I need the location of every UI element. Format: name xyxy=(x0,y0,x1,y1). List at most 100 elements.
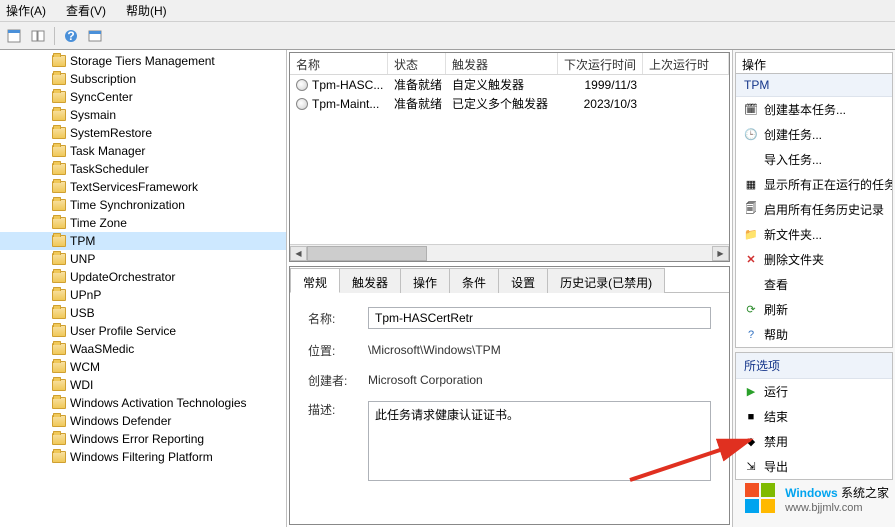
task-state: 准备就绪 xyxy=(388,76,446,93)
details-panel: 常规 触发器 操作 条件 设置 历史记录(已禁用) 名称: 位置: \Micro… xyxy=(289,266,730,525)
action-view[interactable]: 查看 xyxy=(736,272,892,297)
tree-item-windows-activation-technologies[interactable]: Windows Activation Technologies xyxy=(0,394,286,412)
actions-section-tpm: TPM 🗓创建基本任务... 🕒创建任务... 导入任务... ▦显示所有正在运… xyxy=(735,74,893,348)
delete-icon: ✕ xyxy=(744,253,758,267)
action-label: 帮助 xyxy=(764,326,788,343)
actions-section-selected: 所选项 ▶运行 ■结束 ◆禁用 ⇲导出 xyxy=(735,352,893,480)
folder-icon xyxy=(52,433,66,445)
tab-action[interactable]: 操作 xyxy=(400,268,450,293)
tree-item-windows-error-reporting[interactable]: Windows Error Reporting xyxy=(0,430,286,448)
desc-field[interactable]: 此任务请求健康认证证书。 xyxy=(368,401,711,481)
author-label: 创建者: xyxy=(308,372,358,389)
action-enable-history[interactable]: 🗐启用所有任务历史记录 xyxy=(736,197,892,222)
tree-item-wdi[interactable]: WDI xyxy=(0,376,286,394)
toolbar-btn-1[interactable] xyxy=(4,26,24,46)
action-disable[interactable]: ◆禁用 xyxy=(736,429,892,454)
tree-item-windows-filtering-platform[interactable]: Windows Filtering Platform xyxy=(0,448,286,466)
tab-conditions[interactable]: 条件 xyxy=(449,268,499,293)
tree-item-user-profile-service[interactable]: User Profile Service xyxy=(0,322,286,340)
folder-icon xyxy=(52,127,66,139)
tree-item-systemrestore[interactable]: SystemRestore xyxy=(0,124,286,142)
tree-item-textservicesframework[interactable]: TextServicesFramework xyxy=(0,178,286,196)
refresh-icon: ⟳ xyxy=(744,303,758,317)
col-trigger[interactable]: 触发器 xyxy=(446,53,558,74)
action-create[interactable]: 🕒创建任务... xyxy=(736,122,892,147)
tree-item-waasmedic[interactable]: WaaSMedic xyxy=(0,340,286,358)
action-show-running[interactable]: ▦ 显示所有正在运行的任务 xyxy=(736,172,892,197)
action-refresh[interactable]: ⟳ 刷新 xyxy=(736,297,892,322)
help-icon[interactable]: ? xyxy=(61,26,81,46)
folder-icon xyxy=(52,415,66,427)
tree-item-tpm[interactable]: TPM xyxy=(0,232,286,250)
action-label: 禁用 xyxy=(764,433,788,450)
tree-item-updateorchestrator[interactable]: UpdateOrchestrator xyxy=(0,268,286,286)
col-last[interactable]: 上次运行时 xyxy=(643,53,729,74)
tab-triggers[interactable]: 触发器 xyxy=(339,268,401,293)
tree-panel[interactable]: Storage Tiers ManagementSubscriptionSync… xyxy=(0,50,287,527)
action-end[interactable]: ■结束 xyxy=(736,404,892,429)
detail-body: 名称: 位置: \Microsoft\Windows\TPM 创建者: Micr… xyxy=(290,293,729,524)
task-next: 2023/10/3 xyxy=(558,97,643,111)
action-import[interactable]: 导入任务... xyxy=(736,147,892,172)
running-icon: ▦ xyxy=(744,178,758,192)
menubar: 操作(A) 查看(V) 帮助(H) xyxy=(0,0,895,22)
action-create-basic[interactable]: 🗓创建基本任务... xyxy=(736,97,892,122)
task-state: 准备就绪 xyxy=(388,95,446,112)
action-label: 运行 xyxy=(764,383,788,400)
action-label: 刷新 xyxy=(764,301,788,318)
play-icon: ▶ xyxy=(744,385,758,399)
action-label: 删除文件夹 xyxy=(764,251,824,268)
toolbar-btn-2[interactable] xyxy=(28,26,48,46)
tree-item-label: Sysmain xyxy=(70,108,116,122)
scroll-thumb[interactable] xyxy=(307,246,427,261)
folder-icon xyxy=(52,217,66,229)
action-label: 显示所有正在运行的任务 xyxy=(764,176,892,193)
tree-item-wcm[interactable]: WCM xyxy=(0,358,286,376)
tree-item-unp[interactable]: UNP xyxy=(0,250,286,268)
tree-item-task-manager[interactable]: Task Manager xyxy=(0,142,286,160)
name-field[interactable] xyxy=(368,307,711,329)
tab-history[interactable]: 历史记录(已禁用) xyxy=(547,268,665,293)
action-export[interactable]: ⇲导出 xyxy=(736,454,892,479)
tree-item-upnp[interactable]: UPnP xyxy=(0,286,286,304)
tree-item-windows-defender[interactable]: Windows Defender xyxy=(0,412,286,430)
stop-icon: ■ xyxy=(744,410,758,424)
action-run[interactable]: ▶ 运行 xyxy=(736,379,892,404)
action-help[interactable]: ? 帮助 xyxy=(736,322,892,347)
folder-icon xyxy=(52,91,66,103)
desc-label: 描述: xyxy=(308,401,358,418)
action-label: 创建任务... xyxy=(764,126,822,143)
task-row[interactable]: Tpm-Maint...准备就绪已定义多个触发器2023/10/3 xyxy=(290,94,729,113)
task-row[interactable]: Tpm-HASC...准备就绪自定义触发器1999/11/3 xyxy=(290,75,729,94)
task-rows: Tpm-HASC...准备就绪自定义触发器1999/11/3 Tpm-Maint.… xyxy=(290,75,729,244)
tree-item-sysmain[interactable]: Sysmain xyxy=(0,106,286,124)
tree-item-synccenter[interactable]: SyncCenter xyxy=(0,88,286,106)
menu-action[interactable]: 操作(A) xyxy=(6,2,46,19)
folder-icon: 📁 xyxy=(744,228,758,242)
main-area: Storage Tiers ManagementSubscriptionSync… xyxy=(0,50,895,527)
tree-item-usb[interactable]: USB xyxy=(0,304,286,322)
action-new-folder[interactable]: 📁新文件夹... xyxy=(736,222,892,247)
col-name[interactable]: 名称 xyxy=(290,53,388,74)
tab-general[interactable]: 常规 xyxy=(290,268,340,293)
scroll-left-icon[interactable]: ◀ xyxy=(290,246,307,261)
toolbar-btn-4[interactable] xyxy=(85,26,105,46)
import-icon xyxy=(744,153,758,167)
tree-item-time-zone[interactable]: Time Zone xyxy=(0,214,286,232)
tab-settings[interactable]: 设置 xyxy=(498,268,548,293)
help-icon: ? xyxy=(744,328,758,342)
actions-header: 操作 xyxy=(735,52,893,74)
menu-view[interactable]: 查看(V) xyxy=(66,2,106,19)
scroll-right-icon[interactable]: ▶ xyxy=(712,246,729,261)
task-name: Tpm-Maint... xyxy=(312,97,379,111)
action-delete-folder[interactable]: ✕ 删除文件夹 xyxy=(736,247,892,272)
menu-help[interactable]: 帮助(H) xyxy=(126,2,167,19)
horizontal-scrollbar[interactable]: ◀ ▶ xyxy=(290,244,729,261)
tree-item-label: Time Zone xyxy=(70,216,127,230)
tree-item-taskscheduler[interactable]: TaskScheduler xyxy=(0,160,286,178)
tree-item-subscription[interactable]: Subscription xyxy=(0,70,286,88)
tree-item-time-synchronization[interactable]: Time Synchronization xyxy=(0,196,286,214)
tree-item-storage-tiers-management[interactable]: Storage Tiers Management xyxy=(0,52,286,70)
col-next[interactable]: 下次运行时间 xyxy=(558,53,643,74)
col-state[interactable]: 状态 xyxy=(388,53,446,74)
